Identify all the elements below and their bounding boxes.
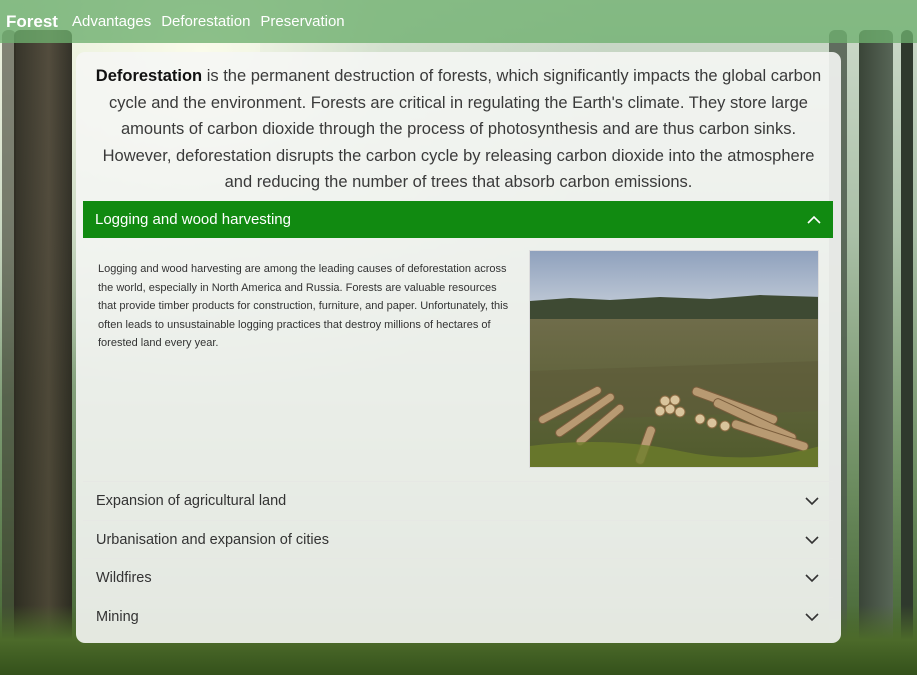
brand-logo[interactable]: Forest: [6, 12, 58, 32]
intro-paragraph: Deforestation is the permanent destructi…: [76, 52, 841, 196]
accordion-item-label: Urbanisation and expansion of cities: [96, 531, 329, 548]
accordion-item-label: Wildfires: [96, 570, 152, 587]
accordion-item-label: Mining: [96, 608, 139, 625]
top-navbar: Forest Advantages Deforestation Preserva…: [0, 0, 917, 43]
accordion-item-mining[interactable]: Mining: [83, 597, 833, 636]
intro-text: is the permanent destruction of forests,…: [102, 67, 822, 191]
chevron-down-icon: [805, 533, 819, 547]
logging-photo: [529, 250, 819, 468]
accordion-body-text: Logging and wood harvesting are among th…: [98, 263, 509, 349]
accordion-header-label: Logging and wood harvesting: [95, 211, 291, 228]
nav-link-preservation[interactable]: Preservation: [260, 13, 344, 30]
chevron-down-icon: [805, 571, 819, 585]
accordion-item-agriculture[interactable]: Expansion of agricultural land: [83, 481, 833, 520]
nav-link-deforestation[interactable]: Deforestation: [161, 13, 250, 30]
nav-link-advantages[interactable]: Advantages: [72, 13, 151, 30]
content-card: Deforestation is the permanent destructi…: [76, 52, 841, 643]
accordion-item-wildfires[interactable]: Wildfires: [83, 558, 833, 597]
intro-term: Deforestation: [95, 67, 203, 85]
chevron-down-icon: [805, 610, 819, 624]
chevron-up-icon: [807, 213, 821, 227]
accordion-item-urbanisation[interactable]: Urbanisation and expansion of cities: [83, 519, 833, 559]
accordion-item-label: Expansion of agricultural land: [96, 492, 287, 509]
accordion-header-logging[interactable]: Logging and wood harvesting: [83, 201, 833, 238]
accordion-list: Expansion of agricultural land Urbanisat…: [83, 481, 833, 636]
accordion-body-logging: Logging and wood harvesting are among th…: [83, 238, 833, 481]
chevron-down-icon: [805, 494, 819, 508]
